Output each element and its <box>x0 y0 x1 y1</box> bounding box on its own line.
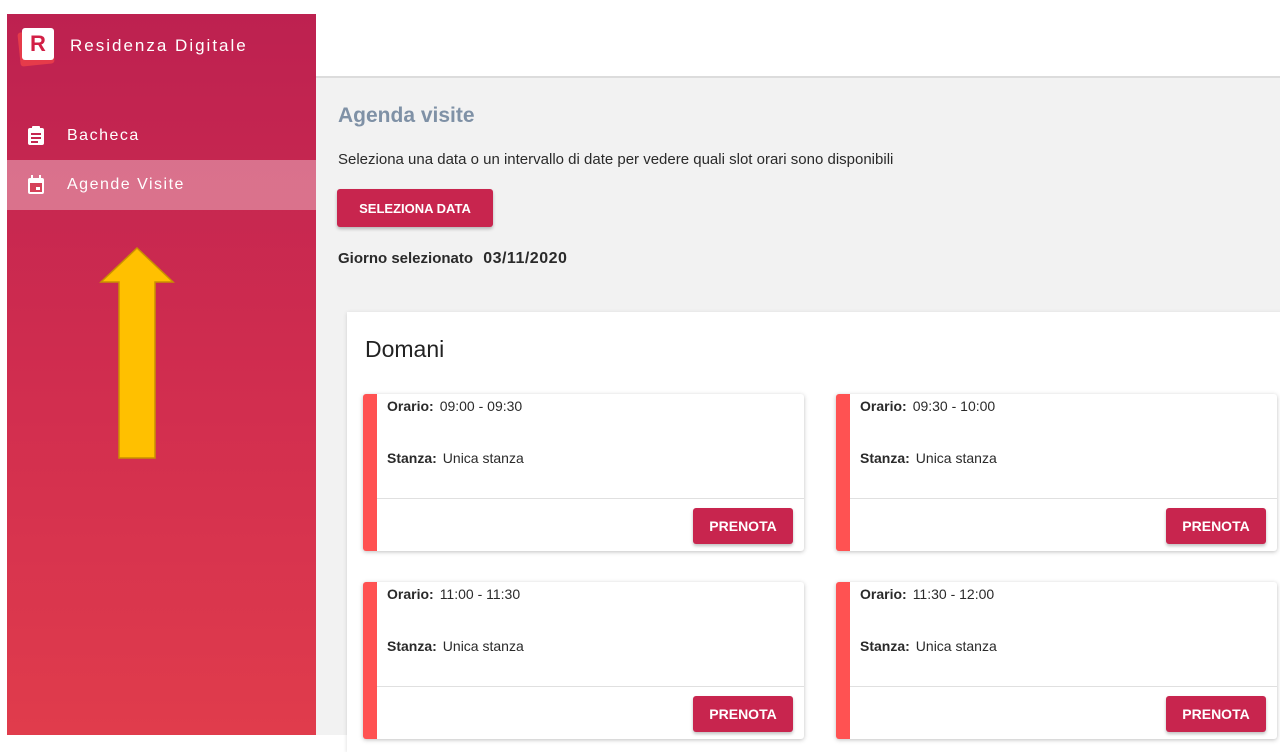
brand[interactable]: R Residenza Digitale <box>7 14 316 78</box>
slot-room: Stanza: Unica stanza <box>860 450 997 466</box>
slot-room: Stanza: Unica stanza <box>860 638 997 654</box>
sidebar-item-bacheca[interactable]: Bacheca <box>7 111 316 161</box>
slot-room: Stanza: Unica stanza <box>387 450 524 466</box>
divider <box>850 498 1277 499</box>
book-button[interactable]: PRENOTA <box>1166 696 1266 732</box>
slot-time-label: Orario: <box>860 398 907 414</box>
slot-time: Orario: 11:00 - 11:30 <box>387 586 520 602</box>
sidebar: R Residenza Digitale Bacheca Agende Visi… <box>7 14 316 735</box>
page-subtitle: Seleziona una data o un intervallo di da… <box>338 151 894 168</box>
slot-room: Stanza: Unica stanza <box>387 638 524 654</box>
selected-day-value: 03/11/2020 <box>483 250 568 267</box>
select-date-button[interactable]: SELEZIONA DATA <box>337 189 493 227</box>
slot-room-value: Unica stanza <box>915 450 997 466</box>
slot-room-value: Unica stanza <box>442 638 524 654</box>
slot-card: Orario: 11:30 - 12:00 Stanza: Unica stanza… <box>836 582 1277 739</box>
divider <box>377 498 804 499</box>
slot-room-value: Unica stanza <box>915 638 997 654</box>
selected-day-label: Giorno selezionato <box>338 250 474 267</box>
slot-room-label: Stanza: <box>387 450 437 466</box>
sidebar-item-agende-visite[interactable]: Agende Visite <box>7 160 316 210</box>
slot-card: Orario: 11:00 - 11:30 Stanza: Unica stanza… <box>363 582 804 739</box>
book-button[interactable]: PRENOTA <box>1166 508 1266 544</box>
slot-time: Orario: 11:30 - 12:00 <box>860 586 994 602</box>
sidebar-item-label: Bacheca <box>67 127 140 144</box>
calendar-icon <box>28 175 44 194</box>
slot-time: Orario: 09:00 - 09:30 <box>387 398 522 414</box>
slot-time-value: 11:30 - 12:00 <box>912 586 995 602</box>
slots-panel: Domani Orario: 09:00 - 09:30 Stanza: Unica… <box>347 312 1280 752</box>
slot-room-label: Stanza: <box>860 638 910 654</box>
sidebar-item-label: Agende Visite <box>67 176 185 193</box>
logo: R <box>22 28 54 60</box>
page-title: Agenda visite <box>338 104 475 127</box>
panel-title: Domani <box>365 336 445 362</box>
slot-card: Orario: 09:00 - 09:30 Stanza: Unica stanza… <box>363 394 804 551</box>
slot-time-value: 11:00 - 11:30 <box>439 586 521 602</box>
slot-room-label: Stanza: <box>387 638 437 654</box>
slot-time-value: 09:00 - 09:30 <box>439 398 523 414</box>
selected-day: Giorno selezionato 03/11/2020 <box>338 250 567 268</box>
clipboard-icon <box>28 126 44 145</box>
slot-card: Orario: 09:30 - 10:00 Stanza: Unica stanza… <box>836 394 1277 551</box>
main-content: Agenda visite Seleziona una data o un in… <box>316 78 1280 752</box>
slot-room-label: Stanza: <box>860 450 910 466</box>
slot-time-label: Orario: <box>387 586 434 602</box>
slot-time-label: Orario: <box>860 586 907 602</box>
top-bar <box>316 0 1280 78</box>
slot-room-value: Unica stanza <box>442 450 524 466</box>
app-title: Residenza Digitale <box>70 36 248 55</box>
book-button[interactable]: PRENOTA <box>693 696 793 732</box>
divider <box>850 686 1277 687</box>
slot-time-value: 09:30 - 10:00 <box>912 398 996 414</box>
slot-time-label: Orario: <box>387 398 434 414</box>
annotation-arrow-up-icon <box>99 246 175 459</box>
logo-letter: R <box>30 31 46 56</box>
divider <box>377 686 804 687</box>
slot-time: Orario: 09:30 - 10:00 <box>860 398 995 414</box>
book-button[interactable]: PRENOTA <box>693 508 793 544</box>
